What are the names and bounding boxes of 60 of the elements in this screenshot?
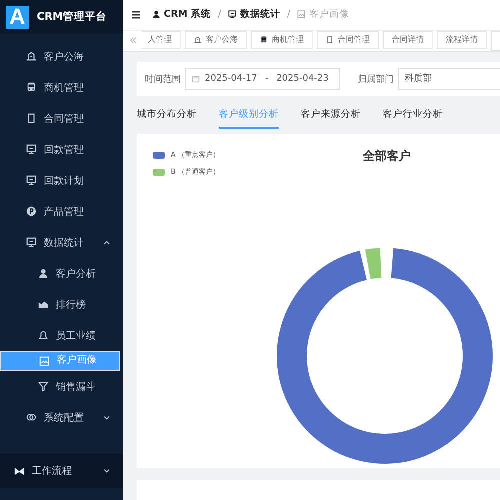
analysis-tab[interactable]: 客户来源分析 xyxy=(301,102,361,128)
menu-icon[interactable] xyxy=(131,10,141,20)
analysis-tab[interactable]: 客户行业分析 xyxy=(383,102,443,128)
legend-swatch[interactable] xyxy=(153,152,165,158)
sidebar-item[interactable]: 数据统计 xyxy=(0,227,123,258)
sidebar-item[interactable]: 回款管理 xyxy=(0,134,123,165)
monitor-icon xyxy=(228,10,238,20)
monitor-icon xyxy=(26,237,37,248)
page-tab[interactable]: 人管理 xyxy=(142,30,181,49)
user-icon xyxy=(152,10,161,20)
bus-icon xyxy=(260,36,268,44)
logo-icon: A xyxy=(6,6,29,28)
sidebar-subitem[interactable]: 客户分析 xyxy=(0,258,123,289)
sidebar-item[interactable]: 产品管理 xyxy=(0,196,123,227)
page-tab[interactable]: 流程详情 xyxy=(437,30,487,49)
chevron-icon xyxy=(103,238,111,246)
legend-swatch[interactable] xyxy=(153,168,165,176)
department-select[interactable]: 科质部 xyxy=(398,68,500,90)
p-circle-icon xyxy=(26,206,37,217)
chevron-icon xyxy=(103,467,111,475)
page-tab[interactable]: 合同详情 xyxy=(383,30,433,49)
calendar-icon xyxy=(192,75,200,83)
page-tab[interactable]: 商机管理 xyxy=(251,30,313,49)
user-icon xyxy=(38,268,49,279)
sidebar-item[interactable]: 回款计划 xyxy=(0,165,123,196)
breadcrumb-item[interactable]: 数据统计 xyxy=(228,8,280,22)
field-label: 归属部门 xyxy=(358,74,394,86)
monitor-icon xyxy=(26,175,37,186)
document-icon xyxy=(26,113,37,124)
link-icon xyxy=(26,412,37,423)
breadcrumb-item[interactable]: CRM 系统 xyxy=(152,8,212,22)
breadcrumb-separator: / xyxy=(287,9,290,20)
breadcrumb-separator: / xyxy=(218,9,222,20)
page-tab[interactable]: 合同管理 xyxy=(317,30,379,49)
breadcrumb-item: 客户画像 xyxy=(297,8,350,22)
m-logo-icon xyxy=(14,466,25,476)
chart-title: 全部客户 xyxy=(363,148,411,165)
sidebar-item[interactable]: 合同管理 xyxy=(0,103,123,134)
field-label: 时间范围 xyxy=(145,74,181,86)
image-icon xyxy=(39,356,50,366)
sidebar-subitem[interactable]: 员工业绩 xyxy=(0,320,123,351)
sidebar-subitem[interactable]: 销售漏斗 xyxy=(0,371,123,402)
document-icon xyxy=(326,36,334,44)
bell-icon xyxy=(38,330,49,341)
app-title: CRM管理平台 xyxy=(37,10,108,24)
analysis-tab[interactable]: 城市分布分析 xyxy=(137,102,197,128)
date-range-field[interactable]: 2025-04-17 - 2025-04-23 xyxy=(185,68,340,90)
funnel-icon xyxy=(38,381,49,392)
chevron-icon xyxy=(103,414,111,422)
sidebar-subitem[interactable]: 排行榜 xyxy=(0,289,123,320)
image-icon xyxy=(297,10,306,20)
bus-icon xyxy=(26,82,37,93)
double-chevron-icon[interactable] xyxy=(129,36,138,46)
monitor-icon xyxy=(26,144,37,155)
area-chart-icon xyxy=(38,299,49,310)
sidebar-item[interactable]: 客户公海 xyxy=(0,41,123,72)
page-tab[interactable]: 客户公海 xyxy=(185,30,247,49)
sidebar-section[interactable]: 工作流程 xyxy=(0,454,123,488)
sidebar-item[interactable]: 系统配置 xyxy=(0,402,123,433)
sidebar-item[interactable]: 商机管理 xyxy=(0,72,123,103)
